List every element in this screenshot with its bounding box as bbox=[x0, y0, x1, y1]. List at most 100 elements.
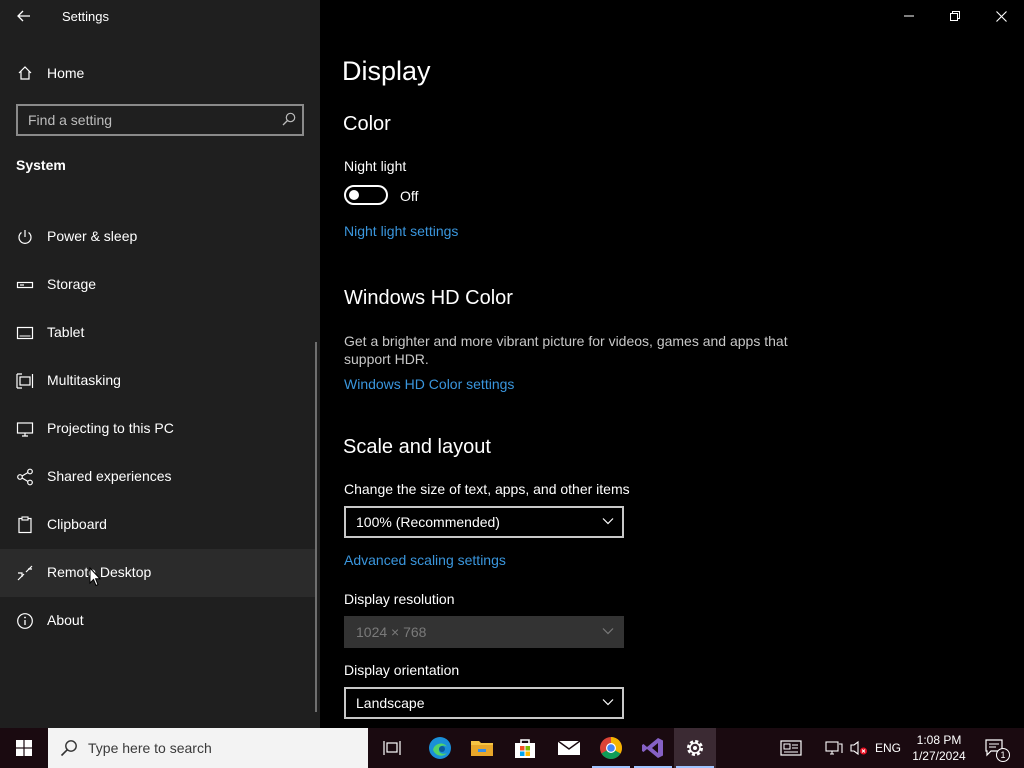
hd-color-description: Get a brighter and more vibrant picture … bbox=[344, 333, 788, 367]
sidebar-item-about[interactable]: About bbox=[0, 597, 317, 645]
night-light-settings-link[interactable]: Night light settings bbox=[344, 223, 458, 239]
edge-icon bbox=[429, 737, 451, 759]
taskbar-chrome[interactable] bbox=[590, 728, 632, 768]
taskbar-store[interactable] bbox=[504, 728, 546, 768]
orientation-dropdown[interactable]: Landscape bbox=[344, 687, 624, 719]
taskbar-edge[interactable] bbox=[419, 728, 461, 768]
tablet-icon bbox=[16, 326, 34, 340]
minimize-icon bbox=[904, 15, 914, 17]
sidebar-item-power-sleep[interactable]: Power & sleep bbox=[0, 213, 317, 261]
settings-sidebar: Settings Home System Power & sleep Stora… bbox=[0, 0, 320, 728]
section-heading-hd-color: Windows HD Color bbox=[344, 287, 513, 309]
task-view-button[interactable] bbox=[371, 728, 413, 768]
restore-button[interactable] bbox=[932, 0, 978, 32]
sidebar-item-label: Projecting to this PC bbox=[47, 420, 174, 436]
gear-icon bbox=[687, 740, 703, 756]
task-view-icon bbox=[383, 741, 401, 755]
close-icon bbox=[995, 10, 1007, 22]
night-light-state: Off bbox=[400, 188, 419, 204]
advanced-scaling-link[interactable]: Advanced scaling settings bbox=[344, 552, 506, 568]
sidebar-item-label: Power & sleep bbox=[47, 228, 138, 244]
info-icon bbox=[17, 613, 33, 629]
remote-desktop-icon bbox=[17, 565, 33, 581]
sidebar-item-label: Tablet bbox=[47, 324, 85, 340]
back-arrow-icon bbox=[17, 10, 30, 22]
sidebar-item-label: Clipboard bbox=[47, 516, 107, 532]
multitasking-icon bbox=[16, 373, 34, 389]
mouse-cursor-icon bbox=[89, 567, 101, 587]
close-button[interactable] bbox=[978, 0, 1024, 32]
mail-icon bbox=[557, 740, 581, 755]
toggle-knob bbox=[349, 190, 359, 200]
sidebar-item-tablet[interactable]: Tablet bbox=[0, 309, 317, 357]
scale-dropdown-value: 100% (Recommended) bbox=[356, 514, 500, 530]
night-light-label: Night light bbox=[344, 158, 407, 174]
news-widget-button[interactable] bbox=[774, 728, 808, 768]
section-heading-system: System bbox=[16, 157, 66, 173]
input-language-indicator[interactable]: ENG bbox=[872, 728, 904, 768]
start-button[interactable] bbox=[0, 728, 48, 768]
taskbar-visual-studio[interactable] bbox=[632, 728, 674, 768]
find-setting-input[interactable] bbox=[18, 106, 278, 134]
network-icon bbox=[825, 741, 843, 755]
resolution-dropdown: 1024 × 768 bbox=[344, 616, 624, 648]
store-icon bbox=[515, 739, 535, 758]
taskbar-mail[interactable] bbox=[548, 728, 590, 768]
search-icon bbox=[60, 740, 77, 757]
folder-icon bbox=[471, 741, 493, 756]
sidebar-item-shared-experiences[interactable]: Shared experiences bbox=[0, 453, 317, 501]
action-center-button[interactable]: 1 bbox=[978, 728, 1012, 768]
section-heading-scale-layout: Scale and layout bbox=[343, 436, 491, 458]
sidebar-item-label: Storage bbox=[47, 276, 97, 292]
taskbar-file-explorer[interactable] bbox=[461, 728, 503, 768]
chevron-down-icon bbox=[602, 518, 614, 525]
taskbar-settings[interactable] bbox=[674, 728, 716, 768]
chevron-down-icon bbox=[602, 628, 614, 635]
sidebar-item-label: About bbox=[47, 612, 84, 628]
taskbar-search-box[interactable]: Type here to search bbox=[48, 728, 368, 768]
storage-icon bbox=[16, 281, 34, 289]
sidebar-item-clipboard[interactable]: Clipboard bbox=[0, 501, 317, 549]
taskbar-clock[interactable]: 1:08 PM 1/27/2024 bbox=[912, 732, 966, 764]
notification-count-badge: 1 bbox=[996, 748, 1010, 762]
sidebar-item-home[interactable]: Home bbox=[0, 56, 320, 90]
sidebar-item-label: Home bbox=[47, 65, 85, 81]
restore-icon bbox=[950, 11, 960, 21]
sidebar-item-multitasking[interactable]: Multitasking bbox=[0, 357, 317, 405]
visual-studio-icon bbox=[642, 738, 663, 758]
news-icon bbox=[780, 740, 802, 756]
section-heading-color: Color bbox=[343, 113, 391, 135]
sidebar-item-label: Multitasking bbox=[47, 372, 121, 388]
minimize-button[interactable] bbox=[886, 0, 932, 32]
orientation-dropdown-value: Landscape bbox=[356, 695, 425, 711]
night-light-toggle[interactable] bbox=[344, 185, 388, 205]
display-orientation-label: Display orientation bbox=[344, 662, 460, 678]
power-icon bbox=[18, 230, 32, 244]
back-button[interactable] bbox=[12, 4, 36, 28]
sidebar-item-remote-desktop[interactable]: Remote Desktop bbox=[0, 549, 317, 597]
sidebar-item-projecting[interactable]: Projecting to this PC bbox=[0, 405, 317, 453]
sidebar-item-label: Shared experiences bbox=[47, 468, 172, 484]
clock-date: 1/27/2024 bbox=[912, 749, 966, 763]
display-resolution-label: Display resolution bbox=[344, 591, 455, 607]
volume-button[interactable] bbox=[848, 728, 870, 768]
network-button[interactable] bbox=[822, 728, 846, 768]
text-size-label: Change the size of text, apps, and other… bbox=[344, 481, 630, 497]
sidebar-scrollbar[interactable] bbox=[315, 342, 317, 712]
taskbar-search-placeholder: Type here to search bbox=[88, 740, 212, 756]
home-icon bbox=[18, 66, 32, 80]
volume-muted-icon bbox=[850, 740, 867, 756]
sidebar-item-storage[interactable]: Storage bbox=[0, 261, 317, 309]
chrome-icon bbox=[600, 737, 622, 759]
app-title: Settings bbox=[62, 9, 109, 24]
find-setting-search[interactable] bbox=[16, 104, 304, 136]
search-icon[interactable] bbox=[282, 112, 296, 126]
windows-logo-icon bbox=[16, 740, 32, 756]
clock-time: 1:08 PM bbox=[916, 733, 962, 747]
chevron-down-icon bbox=[602, 699, 614, 706]
projecting-icon bbox=[16, 422, 34, 437]
scale-dropdown[interactable]: 100% (Recommended) bbox=[344, 506, 624, 538]
taskbar: Type here to search ENG 1:08 PM 1/27/202… bbox=[0, 728, 1024, 768]
clipboard-icon bbox=[18, 516, 32, 534]
hd-color-settings-link[interactable]: Windows HD Color settings bbox=[344, 376, 514, 392]
